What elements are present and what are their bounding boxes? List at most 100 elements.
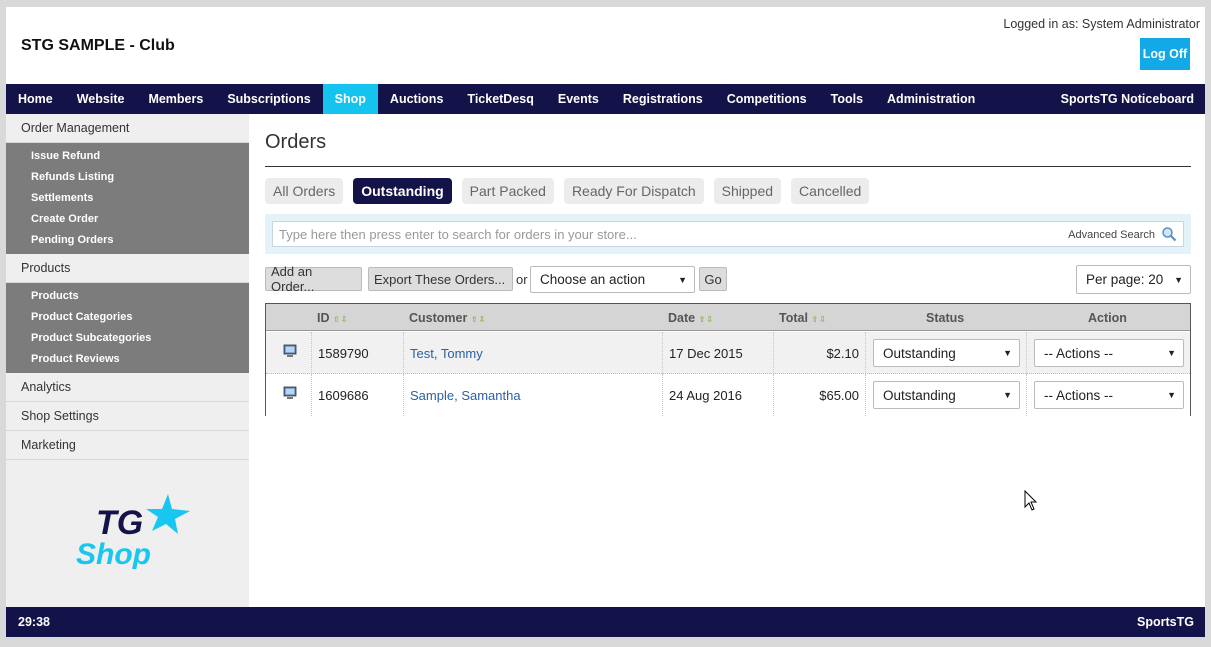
- table-header: ID ⇧⇩ Customer ⇧⇩ Date ⇧⇩ Total ⇧⇩ Statu…: [266, 304, 1190, 331]
- nav-auctions[interactable]: Auctions: [378, 84, 455, 114]
- sidebar-item-product-categories[interactable]: Product Categories: [6, 306, 249, 327]
- main-nav: Home Website Members Subscriptions Shop …: [6, 84, 1205, 114]
- logged-in-label: Logged in as: System Administrator: [1003, 17, 1200, 31]
- footer-brand: SportsTG: [1137, 615, 1194, 629]
- sidebar-item-refunds-listing[interactable]: Refunds Listing: [6, 166, 249, 187]
- chevron-down-icon: ▼: [1003, 348, 1012, 358]
- column-total[interactable]: Total ⇧⇩: [779, 311, 827, 325]
- sidebar-analytics[interactable]: Analytics: [6, 373, 249, 402]
- chevron-down-icon: ▼: [678, 274, 687, 285]
- order-id: 1609686: [318, 388, 369, 403]
- export-orders-button[interactable]: Export These Orders...: [368, 267, 513, 291]
- tab-ready-for-dispatch[interactable]: Ready For Dispatch: [563, 178, 704, 204]
- customer-link[interactable]: Test, Tommy: [410, 346, 483, 361]
- status-select[interactable]: Outstanding ▼: [873, 339, 1020, 367]
- nav-members[interactable]: Members: [136, 84, 215, 114]
- status-select[interactable]: Outstanding ▼: [873, 381, 1020, 409]
- nav-events[interactable]: Events: [546, 84, 611, 114]
- table-row: 1589790 Test, Tommy 17 Dec 2015 $2.10 Ou…: [266, 332, 1190, 374]
- bulk-action-select[interactable]: Choose an action ▼: [530, 266, 695, 293]
- sort-icon[interactable]: ⇧⇩: [333, 315, 348, 324]
- nav-noticeboard[interactable]: SportsTG Noticeboard: [1049, 84, 1205, 114]
- log-off-button[interactable]: Log Off: [1140, 38, 1190, 70]
- logo-text-tg: TG: [96, 504, 143, 542]
- mouse-cursor-icon: [1024, 490, 1038, 511]
- tab-part-packed[interactable]: Part Packed: [461, 178, 554, 204]
- sidebar-item-product-subcategories[interactable]: Product Subcategories: [6, 327, 249, 348]
- computer-icon: [283, 344, 297, 357]
- session-timer: 29:38: [18, 615, 50, 629]
- sidebar-item-create-order[interactable]: Create Order: [6, 208, 249, 229]
- column-customer[interactable]: Customer ⇧⇩: [409, 311, 486, 325]
- sort-icon[interactable]: ⇧⇩: [811, 315, 826, 324]
- nav-administration[interactable]: Administration: [875, 84, 987, 114]
- row-actions-select[interactable]: -- Actions -- ▼: [1034, 339, 1184, 367]
- chevron-down-icon: ▼: [1167, 348, 1176, 358]
- or-label: or: [516, 272, 528, 287]
- footer-bar: 29:38 SportsTG: [6, 607, 1205, 637]
- row-actions-select[interactable]: -- Actions -- ▼: [1034, 381, 1184, 409]
- order-date: 24 Aug 2016: [669, 388, 743, 403]
- star-icon: [146, 494, 190, 534]
- sidebar-order-management[interactable]: Order Management: [6, 114, 249, 143]
- search-placeholder: Type here then press enter to search for…: [279, 227, 637, 242]
- nav-home[interactable]: Home: [6, 84, 65, 114]
- column-action: Action: [1088, 311, 1127, 325]
- tab-cancelled[interactable]: Cancelled: [791, 178, 870, 204]
- sidebar-shop-settings[interactable]: Shop Settings: [6, 402, 249, 431]
- nav-registrations[interactable]: Registrations: [611, 84, 715, 114]
- products-submenu: Products Product Categories Product Subc…: [6, 283, 249, 373]
- order-management-submenu: Issue Refund Refunds Listing Settlements…: [6, 143, 249, 254]
- sidebar-item-products[interactable]: Products: [6, 285, 249, 306]
- add-order-button[interactable]: Add an Order...: [265, 264, 362, 294]
- sidebar-products[interactable]: Products: [6, 254, 249, 283]
- tab-shipped[interactable]: Shipped: [713, 178, 782, 204]
- order-tabs: All Orders Outstanding Part Packed Ready…: [265, 178, 870, 204]
- search-bar: Type here then press enter to search for…: [265, 214, 1191, 254]
- sort-icon[interactable]: ⇧⇩: [699, 315, 714, 324]
- bulk-action-value: Choose an action: [540, 272, 646, 287]
- sidebar-item-product-reviews[interactable]: Product Reviews: [6, 348, 249, 369]
- order-date: 17 Dec 2015: [669, 346, 743, 361]
- tab-outstanding[interactable]: Outstanding: [353, 178, 452, 204]
- order-total: $65.00: [819, 388, 859, 403]
- advanced-search-link[interactable]: Advanced Search: [1068, 229, 1155, 241]
- nav-website[interactable]: Website: [65, 84, 137, 114]
- orders-table: ID ⇧⇩ Customer ⇧⇩ Date ⇧⇩ Total ⇧⇩ Statu…: [265, 303, 1191, 416]
- tg-shop-logo: TG Shop: [76, 494, 190, 569]
- nav-shop[interactable]: Shop: [322, 84, 378, 114]
- page-title: Orders: [265, 131, 327, 153]
- order-id: 1589790: [318, 346, 369, 361]
- nav-ticketdesq[interactable]: TicketDesq: [455, 84, 545, 114]
- customer-link[interactable]: Sample, Samantha: [410, 388, 521, 403]
- sidebar-item-settlements[interactable]: Settlements: [6, 187, 249, 208]
- column-id[interactable]: ID ⇧⇩: [317, 311, 348, 325]
- order-total: $2.10: [826, 346, 859, 361]
- nav-competitions[interactable]: Competitions: [715, 84, 819, 114]
- column-status: Status: [926, 311, 965, 325]
- logo-text-shop: Shop: [76, 538, 151, 569]
- sidebar-item-issue-refund[interactable]: Issue Refund: [6, 145, 249, 166]
- title-divider: [265, 166, 1191, 167]
- tab-all-orders[interactable]: All Orders: [265, 178, 344, 204]
- sidebar-marketing[interactable]: Marketing: [6, 431, 249, 460]
- table-row: 1609686 Sample, Samantha 24 Aug 2016 $65…: [266, 374, 1190, 416]
- go-button[interactable]: Go: [699, 267, 727, 291]
- chevron-down-icon: ▼: [1167, 390, 1176, 400]
- per-page-select[interactable]: Per page: 20 ▼: [1076, 265, 1191, 294]
- search-icon[interactable]: [1161, 226, 1177, 242]
- sidebar-item-pending-orders[interactable]: Pending Orders: [6, 229, 249, 250]
- column-date[interactable]: Date ⇧⇩: [668, 311, 714, 325]
- nav-subscriptions[interactable]: Subscriptions: [215, 84, 322, 114]
- nav-tools[interactable]: Tools: [819, 84, 875, 114]
- chevron-down-icon: ▼: [1174, 274, 1183, 285]
- chevron-down-icon: ▼: [1003, 390, 1012, 400]
- computer-icon: [283, 386, 297, 399]
- sidebar: Order Management Issue Refund Refunds Li…: [6, 114, 249, 607]
- top-bar: STG SAMPLE - Club Logged in as: System A…: [6, 7, 1205, 84]
- app-frame: STG SAMPLE - Club Logged in as: System A…: [6, 7, 1205, 637]
- site-title: STG SAMPLE - Club: [21, 37, 175, 54]
- sort-icon[interactable]: ⇧⇩: [471, 315, 486, 324]
- per-page-value: Per page: 20: [1086, 272, 1164, 287]
- search-input[interactable]: Type here then press enter to search for…: [272, 221, 1184, 247]
